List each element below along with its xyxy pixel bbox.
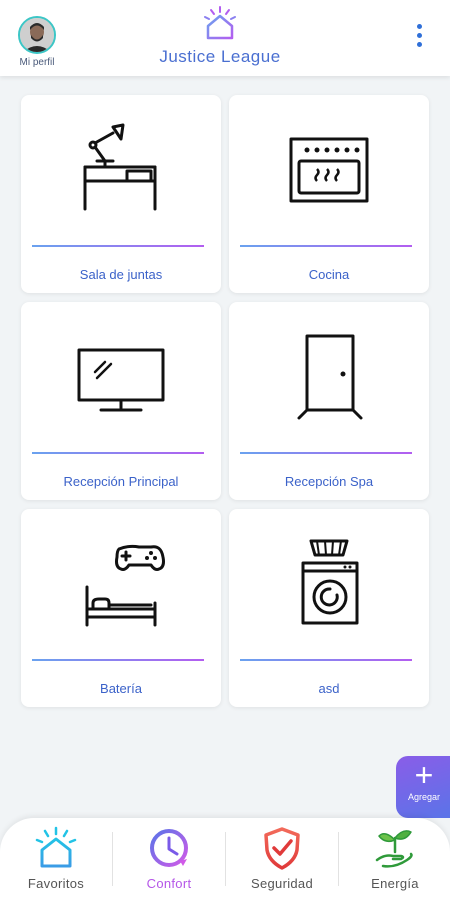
tab-label: Energía <box>371 876 419 891</box>
home-icon <box>35 826 77 868</box>
plant-hand-icon <box>375 830 413 868</box>
shield-check-icon <box>264 827 300 870</box>
app-header: Mi perfil Justice League <box>0 0 450 76</box>
room-label: Batería <box>100 681 142 696</box>
room-card-sala-de-juntas[interactable]: Sala de juntas <box>21 95 221 293</box>
room-card-bateria[interactable]: Batería <box>21 509 221 707</box>
room-card-cocina[interactable]: Cocina <box>229 95 429 293</box>
tab-energia[interactable]: Energía <box>339 818 450 900</box>
room-card-recepcion-principal[interactable]: Recepción Principal <box>21 302 221 500</box>
room-card-asd[interactable]: asd <box>229 509 429 707</box>
profile-label: Mi perfil <box>19 57 55 68</box>
app-title: Justice League <box>159 47 281 66</box>
washing-machine-icon <box>301 539 359 625</box>
tab-confort[interactable]: Confort <box>113 818 225 900</box>
bed-gamepad-icon <box>85 544 165 627</box>
smart-home-logo-icon <box>204 6 236 40</box>
room-label: asd <box>318 681 340 696</box>
tab-label: Favoritos <box>27 876 85 891</box>
room-label: Sala de juntas <box>79 267 163 282</box>
plus-icon: + <box>414 757 434 793</box>
brand: Justice League <box>120 6 320 67</box>
room-label: Recepción Spa <box>284 474 374 489</box>
tab-favoritos[interactable]: Favoritos <box>0 818 112 900</box>
desk-lamp-icon <box>83 123 157 211</box>
room-label: Recepción Principal <box>63 474 179 489</box>
add-room-button[interactable]: + Agregar <box>396 756 450 818</box>
more-vertical-icon[interactable] <box>414 24 424 50</box>
profile-button[interactable]: Mi perfil <box>14 16 60 68</box>
clock-icon <box>150 829 188 867</box>
room-label: Cocina <box>308 267 350 282</box>
avatar <box>18 16 56 54</box>
door-icon <box>297 334 363 420</box>
oven-icon <box>289 137 369 203</box>
tab-seguridad[interactable]: Seguridad <box>226 818 338 900</box>
tab-label: Confort <box>146 876 192 891</box>
tv-icon <box>77 348 165 412</box>
tab-label: Seguridad <box>251 876 313 891</box>
room-card-recepcion-spa[interactable]: Recepción Spa <box>229 302 429 500</box>
bottom-navigation: Favoritos Confort Seguridad Energía <box>0 818 450 900</box>
add-label: Agregar <box>407 792 441 802</box>
